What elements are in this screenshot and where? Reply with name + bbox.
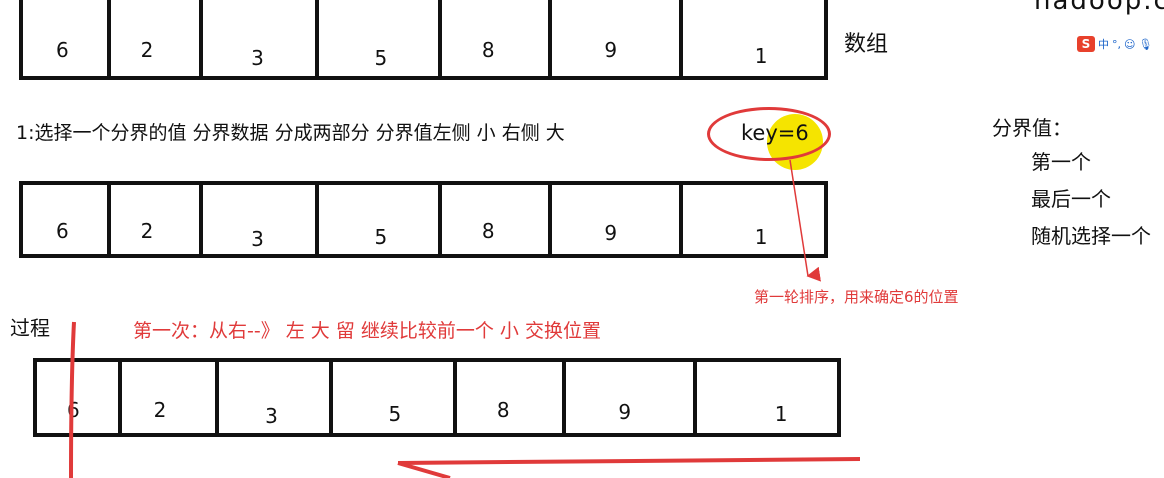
first-pass-description: 第一次：从右--》 左 大 留 继续比较前一个 小 交换位置	[133, 320, 601, 342]
array-cell-value: 8	[481, 38, 495, 62]
array-cell-value: 2	[153, 398, 167, 422]
array-cell-value: 8	[481, 219, 495, 243]
array-cell-value: 2	[140, 38, 154, 62]
pivot-option-first: 第一个	[1031, 150, 1091, 174]
array-cell-value: 5	[388, 402, 402, 426]
array-bottom: 6 2 3 5 8 9 1	[33, 358, 841, 437]
array-cell-value: 6	[56, 38, 69, 62]
array-cell-value: 6	[67, 398, 80, 422]
pivot-panel-title: 分界值：	[992, 116, 1072, 140]
array-cell-value: 1	[754, 225, 768, 249]
ime-logo-icon[interactable]: S	[1077, 36, 1095, 52]
ime-punctuation-icon[interactable]: °,	[1112, 38, 1121, 51]
arrow-head-stroke	[397, 461, 451, 478]
array-top: 6 2 3 5 8 9 1	[19, 0, 828, 80]
array-cell-value: 9	[604, 38, 618, 62]
array-cell-value: 3	[251, 227, 264, 251]
array-cell-value: 3	[265, 404, 278, 428]
ime-voice-icon[interactable]: 🎙	[1138, 38, 1152, 51]
array-cell-value: 9	[604, 221, 618, 245]
pivot-option-random: 随机选择一个	[1031, 224, 1151, 248]
cropped-site-text: hadoop.c	[1034, 0, 1164, 16]
array-cell-value: 6	[56, 219, 69, 243]
ime-emoji-icon[interactable]: ☺	[1124, 38, 1135, 51]
right-to-left-arrow-stroke	[397, 457, 861, 465]
array-middle: 6 2 3 5 8 9 1	[19, 181, 828, 258]
array-cell-value: 5	[374, 46, 388, 70]
array-cell-value: 2	[140, 219, 154, 243]
ime-toolbar[interactable]: S 中 °, ☺ 🎙	[1077, 36, 1152, 52]
key-label: key=6	[741, 121, 809, 145]
array-cell-value: 1	[774, 402, 788, 426]
array-label: 数组	[844, 32, 889, 57]
array-cell-value: 5	[374, 225, 388, 249]
array-cell-value: 8	[496, 398, 510, 422]
array-cell-value: 1	[754, 44, 768, 68]
array-cell-value: 3	[251, 46, 264, 70]
process-label: 过程	[10, 316, 50, 340]
array-cell-value: 9	[618, 400, 632, 424]
annotation-first-round: 第一轮排序，用来确定6的位置	[754, 288, 959, 306]
step1-description: 1:选择一个分界的值 分界数据 分成两部分 分界值左侧 小 右侧 大	[16, 122, 565, 144]
ime-chinese-mode-icon[interactable]: 中	[1098, 36, 1109, 52]
pivot-option-last: 最后一个	[1031, 187, 1111, 211]
